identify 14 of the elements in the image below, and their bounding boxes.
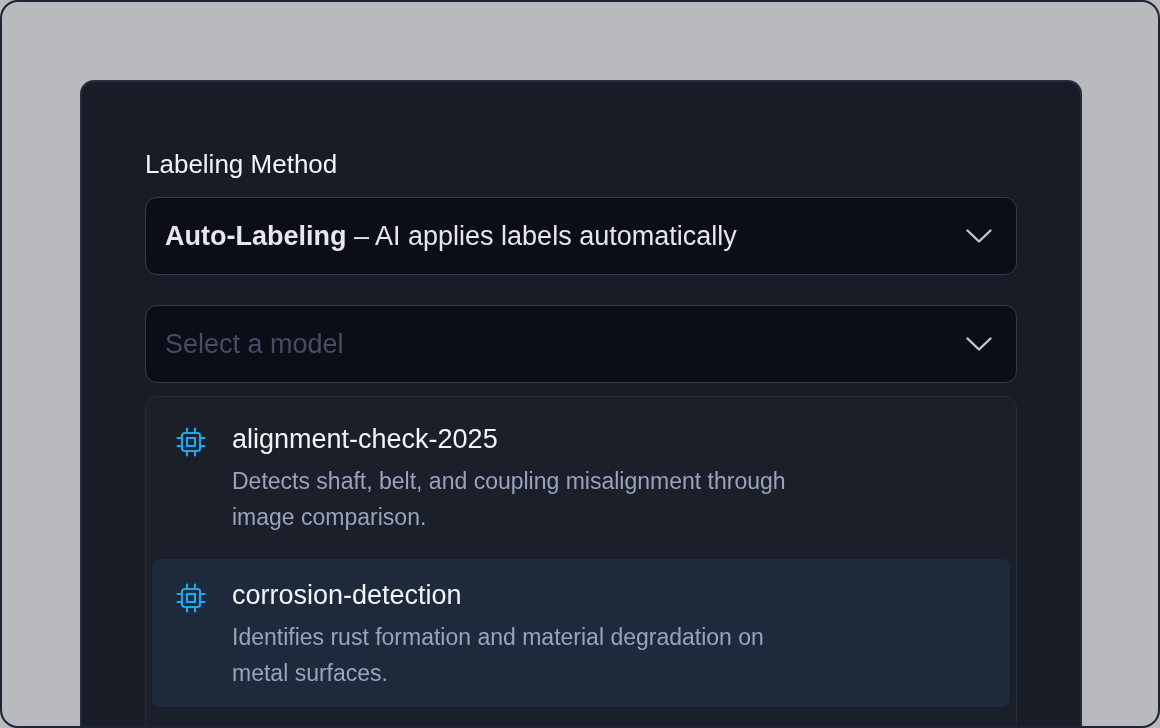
- chip-icon: [176, 427, 206, 457]
- model-option[interactable]: corrosion-detection Identifies rust formation and material degradation on metal surfaces.: [152, 559, 1010, 707]
- model-option[interactable]: alignment-check-2025 Detects shaft, belt, and coupling misalignment through image comparison.: [152, 403, 1010, 551]
- model-description: Identifies rust formation and material degradation on metal surfaces.: [232, 623, 765, 688]
- method-select[interactable]: Auto-Labeling – AI applies labels automatically: [145, 197, 1017, 275]
- chevron-down-icon: [966, 337, 992, 351]
- field-label: Labeling Method: [145, 148, 338, 180]
- model-description: Detects shaft, belt, and coupling misalignment through image comparison.: [232, 467, 787, 532]
- selected-method: Auto-Labeling – AI applies labels automatically: [165, 219, 737, 253]
- chevron-down-icon: [966, 229, 992, 243]
- placeholder: Select a model: [165, 327, 344, 361]
- model-name: alignment-check-2025: [232, 423, 498, 455]
- chip-icon: [176, 583, 206, 613]
- model-name: corrosion-detection: [232, 579, 462, 611]
